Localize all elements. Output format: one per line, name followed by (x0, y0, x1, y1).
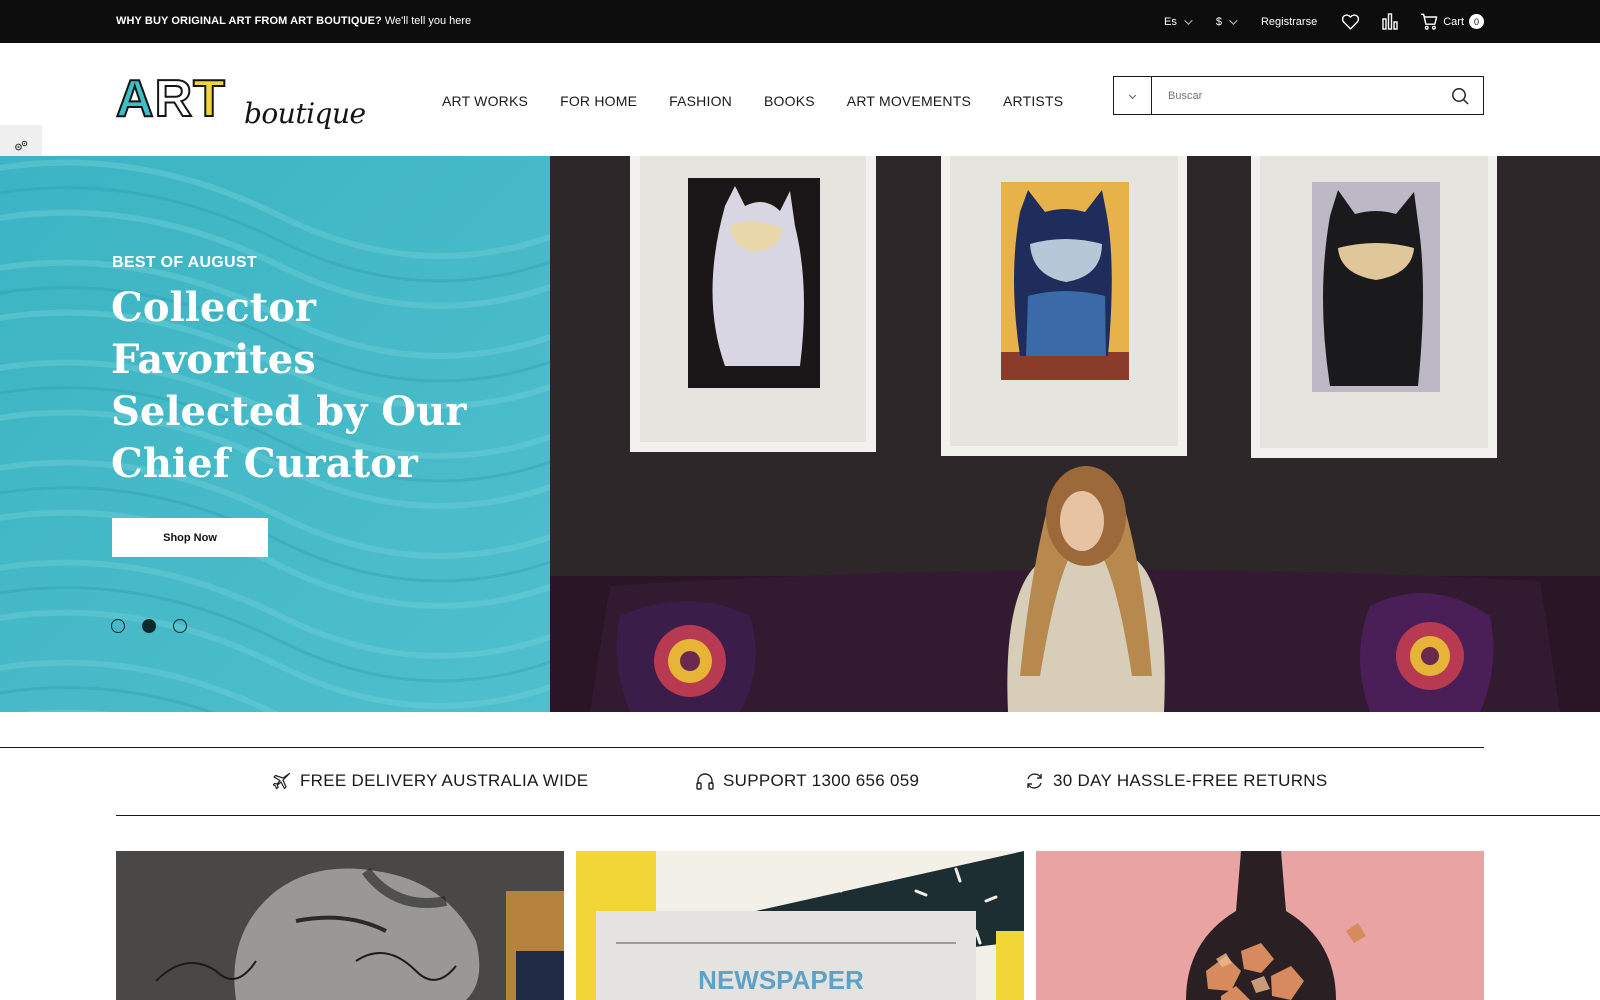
nav-item-art-works[interactable]: ART WORKS (442, 93, 528, 109)
feature-label: SUPPORT 1300 656 059 (723, 771, 920, 790)
divider-bottom (116, 815, 1600, 816)
hero-title: Collector Favorites Selected by Our Chie… (111, 284, 467, 487)
plane-icon (273, 772, 291, 790)
search-bar (1113, 76, 1484, 115)
currency-value: $ (1215, 15, 1222, 28)
promo-bold-text: WHY BUY ORIGINAL ART FROM ART BOUTIQUE? (116, 15, 382, 27)
register-link[interactable]: Registrarse (1261, 16, 1317, 28)
promo-banner[interactable]: WHY BUY ORIGINAL ART FROM ART BOUTIQUE? W… (116, 0, 471, 43)
cart-icon (1421, 13, 1438, 30)
cart-label: Cart (1443, 15, 1464, 28)
spoon-salt-image (1036, 851, 1484, 1000)
compare-chart-icon[interactable] (1382, 13, 1398, 30)
patterned-pillow-right (1360, 593, 1494, 712)
top-bar: WHY BUY ORIGINAL ART FROM ART BOUTIQUE? W… (0, 0, 1600, 43)
search-input[interactable] (1152, 77, 1437, 114)
site-header: ART boutique ART WORKS FOR HOME FASHION … (0, 43, 1600, 156)
newspaper-collage-image: NEWSPAPER (576, 851, 1024, 1000)
framed-cat-print-2 (941, 156, 1187, 456)
chevron-down-icon (1128, 91, 1137, 100)
category-card-salt[interactable] (1036, 851, 1484, 1000)
gallery-room-photo (550, 156, 1600, 712)
framed-cat-print-3 (1251, 156, 1497, 458)
newspaper-title: NEWSPAPER (698, 965, 864, 995)
hero-eyebrow: BEST OF AUGUST (112, 254, 257, 271)
feature-support: SUPPORT 1300 656 059 (696, 771, 919, 791)
nav-item-for-home[interactable]: FOR HOME (560, 93, 637, 109)
cart-button[interactable]: Cart 0 (1420, 13, 1484, 30)
logo-art-wordmark: ART (115, 70, 226, 128)
currency-dropdown[interactable]: $ (1215, 15, 1238, 28)
nav-item-artists[interactable]: ARTISTS (1003, 93, 1063, 109)
main-navigation: ART WORKS FOR HOME FASHION BOOKS ART MOV… (442, 93, 1095, 109)
feature-label: 30 DAY HASSLE-FREE RETURNS (1053, 771, 1328, 790)
promo-link-text[interactable]: We'll tell you here (385, 15, 471, 27)
category-cards: NEWSPAPER (116, 851, 1484, 1000)
shop-now-button[interactable]: Shop Now (112, 518, 268, 557)
slide-dot-3[interactable] (173, 619, 187, 633)
top-bar-actions: Es $ Registrarse Cart 0 (1164, 0, 1484, 43)
wishlist-heart-icon[interactable] (1341, 13, 1360, 30)
category-card-newspaper[interactable]: NEWSPAPER (576, 851, 1024, 1000)
category-card-street-art[interactable] (116, 851, 564, 1000)
framed-cat-print-1 (630, 156, 876, 452)
feature-returns: 30 DAY HASSLE-FREE RETURNS (1025, 771, 1328, 791)
feature-free-delivery: FREE DELIVERY AUSTRALIA WIDE (273, 771, 588, 791)
chevron-down-icon (1229, 15, 1238, 25)
language-value: Es (1164, 15, 1177, 28)
search-category-dropdown[interactable] (1114, 77, 1152, 114)
hero-slider: BEST OF AUGUST Collector Favorites Selec… (0, 156, 1600, 712)
nav-item-art-movements[interactable]: ART MOVEMENTS (847, 93, 971, 109)
nav-item-fashion[interactable]: FASHION (669, 93, 732, 109)
slider-dots (111, 619, 187, 633)
search-button[interactable] (1437, 77, 1483, 114)
slide-dot-2[interactable] (142, 619, 156, 633)
refresh-icon (1027, 773, 1042, 789)
hero-image (550, 156, 1600, 712)
art-boutique-logo[interactable]: ART boutique (115, 70, 366, 141)
logo-script-text: boutique (244, 97, 366, 130)
cart-count-badge: 0 (1469, 14, 1484, 29)
search-icon (1452, 87, 1469, 105)
street-art-face-image (116, 851, 564, 1000)
nav-item-books[interactable]: BOOKS (764, 93, 815, 109)
language-dropdown[interactable]: Es (1164, 15, 1193, 28)
slide-dot-1[interactable] (111, 619, 125, 633)
headset-icon (696, 772, 714, 790)
chevron-down-icon (1184, 15, 1193, 25)
hero-text-panel: BEST OF AUGUST Collector Favorites Selec… (0, 156, 550, 712)
patterned-pillow-left (616, 601, 756, 712)
divider-top (0, 747, 1484, 748)
feature-label: FREE DELIVERY AUSTRALIA WIDE (300, 771, 589, 790)
gears-icon (15, 140, 28, 151)
features-strip: FREE DELIVERY AUSTRALIA WIDE SUPPORT 130… (0, 747, 1600, 816)
